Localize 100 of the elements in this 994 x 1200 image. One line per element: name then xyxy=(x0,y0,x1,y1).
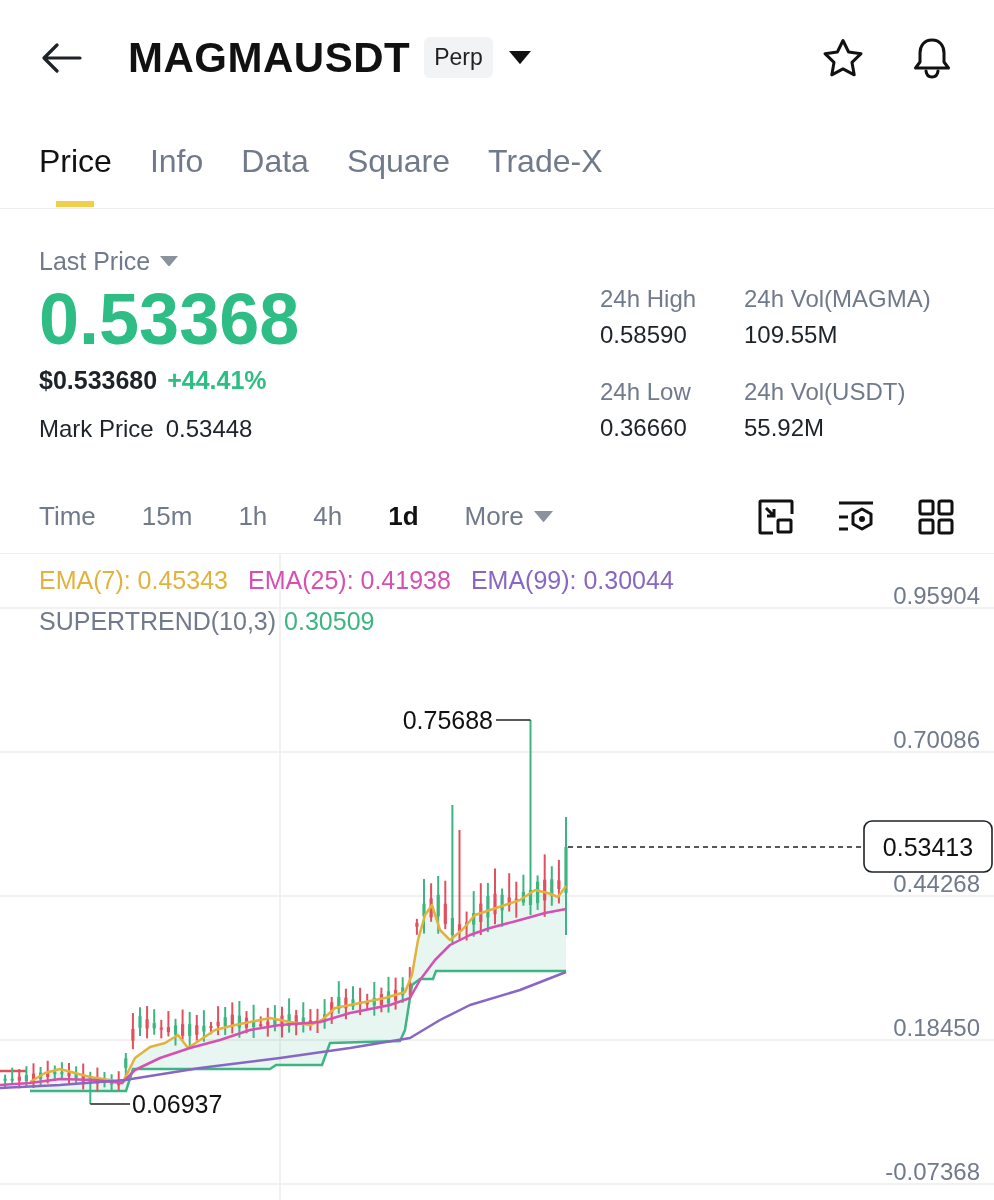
tab[interactable]: Trade-X xyxy=(488,115,603,208)
back-button[interactable] xyxy=(42,42,82,73)
list-hexagon-icon[interactable] xyxy=(837,499,875,534)
falling-candle xyxy=(479,882,483,936)
falling-candle xyxy=(443,879,447,931)
caret-down-icon xyxy=(533,510,553,523)
falling-candle xyxy=(280,1005,284,1039)
rising-candle xyxy=(10,1066,14,1085)
falling-candle xyxy=(315,1007,320,1034)
rising-candle xyxy=(472,890,476,938)
tab[interactable]: Square xyxy=(346,115,451,208)
caret-down-icon xyxy=(508,50,531,65)
falling-candle xyxy=(379,986,383,1014)
falling-candle xyxy=(117,1070,121,1092)
ema-legend: EMA(25): 0.41938 xyxy=(248,565,451,595)
stat-value: 55.92M xyxy=(744,413,825,443)
rising-candle xyxy=(536,874,540,911)
symbol-dropdown-button[interactable] xyxy=(508,50,531,65)
falling-candle xyxy=(344,987,348,1021)
ema-legend: EMA(7): 0.45343 xyxy=(39,565,228,595)
tab[interactable]: Data xyxy=(241,115,309,208)
falling-candle xyxy=(131,1012,135,1051)
rising-candle xyxy=(102,1071,107,1089)
bell-icon xyxy=(912,36,952,79)
usd-price-value: $0.533680 xyxy=(39,365,158,395)
price-axis-label: -0.07368 xyxy=(885,1158,980,1185)
tab[interactable]: Price xyxy=(39,115,112,208)
rising-candle xyxy=(60,1061,64,1080)
falling-candle xyxy=(308,1008,312,1032)
falling-candle xyxy=(408,966,412,997)
rising-candle xyxy=(521,873,525,907)
mark-price-label: Mark Price xyxy=(39,415,154,443)
interval-tab[interactable]: 1h xyxy=(238,501,268,532)
falling-candle xyxy=(465,910,469,942)
rising-candle xyxy=(223,1006,227,1037)
stat-label: 24h Low xyxy=(600,377,691,407)
tab[interactable]: Info xyxy=(149,115,204,208)
caret-down-icon xyxy=(160,255,179,267)
last-price-tag: 0.53413 xyxy=(863,820,993,873)
falling-candle xyxy=(514,880,518,919)
rising-candle xyxy=(301,1001,305,1034)
supertrend-value: 0.30509 xyxy=(284,606,375,636)
rising-candle xyxy=(3,1073,7,1090)
contract-type-badge: Perp xyxy=(424,37,493,78)
falling-candle xyxy=(145,1005,149,1040)
interval-tab[interactable]: 15m xyxy=(141,501,193,532)
stat-label: 24h Vol(MAGMA) xyxy=(744,284,931,314)
rising-candle xyxy=(202,1009,206,1043)
falling-candle xyxy=(67,1062,71,1085)
rising-candle xyxy=(323,998,327,1030)
alert-button[interactable] xyxy=(912,36,952,79)
falling-candle xyxy=(181,1008,185,1041)
rising-candle xyxy=(436,874,440,935)
falling-candle xyxy=(266,1006,270,1038)
rising-candle xyxy=(486,881,490,934)
rising-candle xyxy=(88,1070,92,1105)
last-price-value: 0.53368 xyxy=(39,281,300,357)
interval-tab[interactable]: 1d xyxy=(388,501,419,532)
rising-candle xyxy=(422,878,426,935)
more-intervals-dropdown[interactable]: More xyxy=(464,501,553,532)
rising-candle xyxy=(287,997,291,1034)
supertrend-down-line xyxy=(0,1069,27,1073)
rising-candle xyxy=(351,985,355,1012)
falling-candle xyxy=(543,853,547,918)
ema-legend: EMA(99): 0.30044 xyxy=(470,565,674,595)
back-arrow-icon xyxy=(42,42,82,73)
falling-candle xyxy=(166,1010,170,1038)
low-price-label: 0.06937 xyxy=(132,1090,223,1118)
rising-candle xyxy=(372,981,376,1017)
falling-candle xyxy=(216,1005,220,1037)
falling-candle xyxy=(95,1066,99,1093)
stat-value: 109.55M xyxy=(744,320,838,350)
rising-candle xyxy=(337,980,341,1015)
falling-candle xyxy=(81,1062,85,1091)
low-price-leader xyxy=(89,1103,131,1105)
high-price-label: 0.75688 xyxy=(402,706,493,734)
interval-tab[interactable]: 4h xyxy=(313,501,343,532)
stat-value: 0.36660 xyxy=(600,413,687,443)
rising-candle xyxy=(24,1065,28,1088)
rising-candle xyxy=(110,1073,114,1092)
rising-candle xyxy=(138,1006,142,1037)
high-price-leader xyxy=(495,719,532,721)
falling-candle xyxy=(415,917,419,936)
grid-icon[interactable] xyxy=(918,498,954,535)
favorite-button[interactable] xyxy=(822,37,864,78)
falling-candle xyxy=(493,867,497,926)
rising-candle xyxy=(401,976,405,1004)
falling-candle xyxy=(294,1008,298,1037)
falling-candle xyxy=(195,1013,199,1042)
falling-candle xyxy=(557,858,561,905)
rising-candle xyxy=(188,1010,192,1048)
falling-candle xyxy=(507,872,511,913)
last-price-selector[interactable]: Last Price xyxy=(39,246,179,276)
interval-tab[interactable]: Time xyxy=(39,501,96,532)
falling-candle xyxy=(244,1010,249,1035)
falling-candle xyxy=(230,1001,234,1035)
rising-candle xyxy=(273,1004,277,1033)
arrow-into-square-icon[interactable] xyxy=(758,498,794,535)
rising-candle xyxy=(152,1008,156,1036)
symbol-title[interactable]: MAGMAUSDT xyxy=(128,33,411,82)
